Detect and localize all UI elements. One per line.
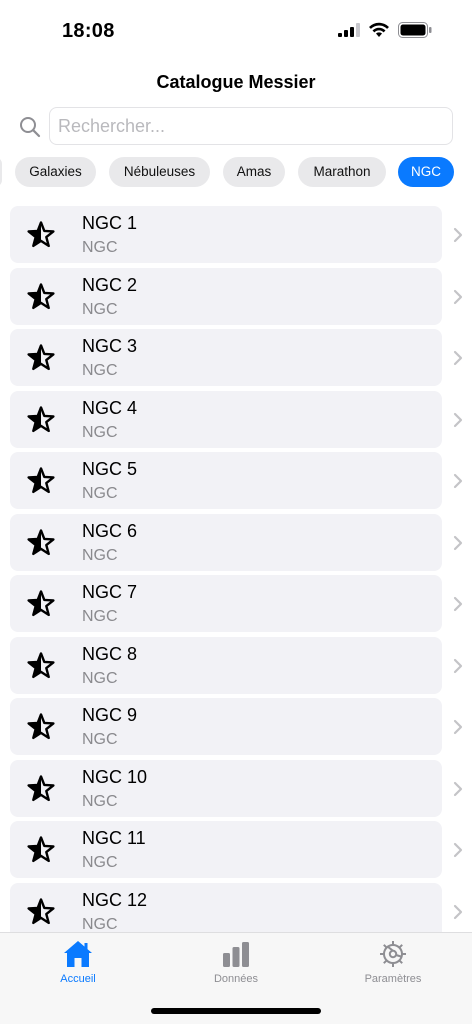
list-item[interactable]: NGC 1 NGC	[10, 206, 442, 263]
status-icons	[338, 22, 432, 38]
chevron-right-icon	[453, 842, 463, 858]
chevron-right-icon	[453, 596, 463, 612]
home-indicator	[151, 1008, 321, 1014]
search-bar	[18, 107, 454, 145]
tab-donnees[interactable]: Données	[176, 933, 296, 993]
half-star-icon	[27, 590, 55, 617]
half-star-icon	[27, 529, 55, 556]
list-item[interactable]: NGC 11 NGC	[10, 821, 442, 878]
half-star-icon	[27, 467, 55, 494]
list-item[interactable]: NGC 2 NGC	[10, 268, 442, 325]
chevron-right-icon	[453, 289, 463, 305]
chevron-right-icon	[453, 658, 463, 674]
list-item-title: NGC 7	[82, 582, 138, 602]
tab-label: Paramètres	[364, 973, 422, 985]
status-time: 18:08	[62, 20, 115, 42]
filter-chip-nebuleuses[interactable]: Nébuleuses	[109, 157, 210, 187]
list-item-title: NGC 3	[82, 336, 138, 356]
filter-chips: Galaxies Nébuleuses Amas Marathon NGC	[0, 157, 472, 187]
list-item-subtitle: NGC	[82, 362, 118, 379]
list-item[interactable]: NGC 12 NGC	[10, 883, 442, 932]
list-item-title: NGC 8	[82, 644, 138, 664]
list-item-title: NGC 10	[82, 767, 148, 787]
list-item[interactable]: NGC 9 NGC	[10, 698, 442, 755]
list-item[interactable]: NGC 3 NGC	[10, 329, 442, 386]
half-star-icon	[27, 713, 55, 740]
list-item-subtitle: NGC	[82, 239, 118, 256]
list-item[interactable]: NGC 7 NGC	[10, 575, 442, 632]
battery-icon	[398, 22, 432, 38]
list-item-subtitle: NGC	[82, 424, 118, 441]
list-item-subtitle: NGC	[82, 916, 118, 932]
tab-parametres[interactable]: Paramètres	[333, 933, 453, 993]
chevron-right-icon	[453, 719, 463, 735]
search-icon	[20, 117, 41, 138]
search-input[interactable]	[49, 107, 453, 145]
list-item-title: NGC 12	[82, 890, 148, 910]
half-star-icon	[27, 344, 55, 371]
list-item-title: NGC 2	[82, 275, 138, 295]
chevron-right-icon	[453, 350, 463, 366]
half-star-icon	[27, 406, 55, 433]
list-item-subtitle: NGC	[82, 670, 118, 687]
list-item-subtitle: NGC	[82, 854, 118, 871]
tab-label: Données	[213, 973, 259, 985]
half-star-icon	[27, 775, 55, 802]
bar-chart-icon	[223, 942, 249, 967]
half-star-icon	[27, 652, 55, 679]
list-item[interactable]: NGC 6 NGC	[10, 514, 442, 571]
list-item-title: NGC 4	[82, 398, 138, 418]
chevron-right-icon	[453, 535, 463, 551]
page-title: Catalogue Messier	[156, 72, 316, 92]
list-item[interactable]: NGC 10 NGC	[10, 760, 442, 817]
chevron-right-icon	[453, 412, 463, 428]
filter-chip-amas[interactable]: Amas	[223, 157, 285, 187]
list-item-subtitle: NGC	[82, 793, 118, 810]
list-item-subtitle: NGC	[82, 485, 118, 502]
chevron-right-icon	[453, 904, 463, 920]
tab-label: Accueil	[60, 973, 96, 985]
list-item[interactable]: NGC 4 NGC	[10, 391, 442, 448]
wifi-icon	[369, 22, 389, 37]
list-item-title: NGC 1	[82, 213, 138, 233]
chevron-right-icon	[453, 227, 463, 243]
half-star-icon	[27, 836, 55, 863]
list-item-subtitle: NGC	[82, 301, 118, 318]
half-star-icon	[27, 898, 55, 925]
list-item[interactable]: NGC 8 NGC	[10, 637, 442, 694]
list-item[interactable]: NGC 5 NGC	[10, 452, 442, 509]
list-item-title: NGC 11	[82, 828, 146, 848]
chevron-right-icon	[453, 473, 463, 489]
tab-accueil[interactable]: Accueil	[18, 933, 138, 993]
half-star-icon	[27, 221, 55, 248]
list-item-subtitle: NGC	[82, 547, 118, 564]
filter-chip-offscreen[interactable]	[0, 157, 2, 187]
list-item-title: NGC 5	[82, 459, 138, 479]
cellular-signal-icon	[338, 23, 360, 37]
list-item-subtitle: NGC	[82, 608, 118, 625]
chevron-right-icon	[453, 781, 463, 797]
list-item-subtitle: NGC	[82, 731, 118, 748]
list-item-title: NGC 9	[82, 705, 138, 725]
filter-chip-marathon[interactable]: Marathon	[298, 157, 386, 187]
filter-chip-ngc[interactable]: NGC	[398, 157, 454, 187]
house-icon	[64, 941, 92, 967]
object-list: NGC 1 NGC NGC 2 NGC NGC 3 NGC NGC 4 NGC NGC 5 NGC…	[0, 206, 472, 932]
filter-chip-galaxies[interactable]: Galaxies	[15, 157, 96, 187]
status-bar: 18:08	[0, 0, 472, 60]
list-item-title: NGC 6	[82, 521, 138, 541]
half-star-icon	[27, 283, 55, 310]
gear-icon	[380, 941, 406, 967]
